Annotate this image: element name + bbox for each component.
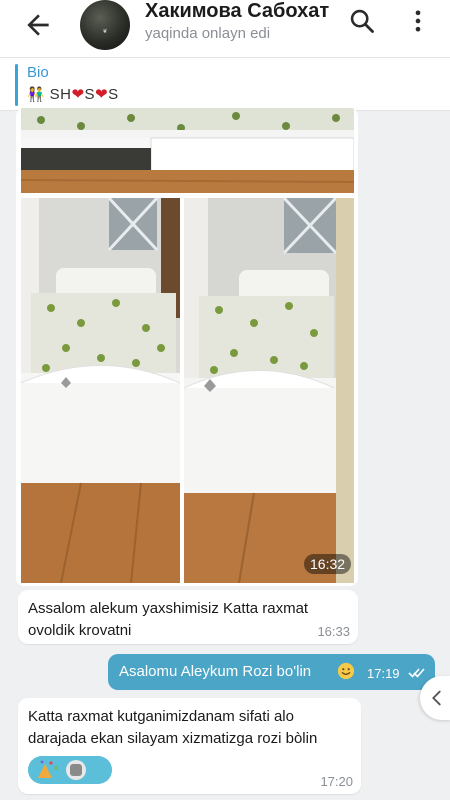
bio-label: Bio (27, 64, 49, 81)
more-vert-icon[interactable] (404, 7, 432, 35)
message-time: 17:19 (367, 666, 400, 681)
heart-icon: ❤ (71, 86, 85, 103)
bio-accent-bar (15, 64, 18, 106)
outgoing-message[interactable]: Asalomu Aleykum Rozi bo'lin 17:19 (108, 654, 435, 690)
bio-text: 👫 SH❤S❤S (27, 85, 119, 103)
couple-emoji-icon: 👫 (27, 86, 45, 102)
message-text: Assalom alekum yaxshimisiz Katta raxmat … (28, 600, 309, 639)
avatar[interactable]: ❦ (80, 0, 130, 50)
photo-timestamp: 16:32 (304, 554, 352, 574)
hands-icon (66, 760, 86, 780)
message-time: 17:20 (320, 774, 353, 789)
side-panel-handle[interactable] (420, 676, 450, 720)
contact-name[interactable]: Хакимова Сабохат (145, 0, 329, 23)
bio-text-part: SH (49, 86, 72, 103)
avatar-caption: ❦ (102, 28, 108, 35)
contact-status: yaqinda onlayn edi (145, 25, 271, 42)
incoming-message[interactable]: Assalom alekum yaxshimisiz Katta raxmat … (18, 590, 358, 644)
photo-album-message: 16:32 (16, 108, 358, 586)
emoji-reaction-icons[interactable] (28, 756, 112, 784)
chat-header: ❦ Хакимова Сабохат yaqinda onlayn edi (0, 0, 450, 58)
heart-icon: ❤ (95, 86, 109, 103)
bed-photo-left[interactable] (21, 198, 180, 583)
smile-emoji-icon (337, 662, 355, 680)
bio-text-part: S (84, 86, 96, 103)
incoming-message[interactable]: Katta raxmat kutganimizdanam sifati alo … (18, 698, 361, 794)
bed-photo-right[interactable] (184, 198, 354, 583)
search-icon[interactable] (348, 7, 376, 35)
double-check-icon (408, 668, 425, 678)
bed-photo-top[interactable] (21, 108, 354, 193)
bio-text-part: S (108, 86, 119, 103)
chevron-left-icon (432, 690, 441, 706)
pinned-bio[interactable]: Bio 👫 SH❤S❤S (0, 58, 450, 111)
arrow-left-icon[interactable] (22, 9, 54, 41)
message-time: 16:33 (317, 624, 350, 639)
message-text: Asalomu Aleykum Rozi bo'lin (119, 663, 312, 680)
message-text: Katta raxmat kutganimizdanam sifati alo … (28, 708, 318, 747)
